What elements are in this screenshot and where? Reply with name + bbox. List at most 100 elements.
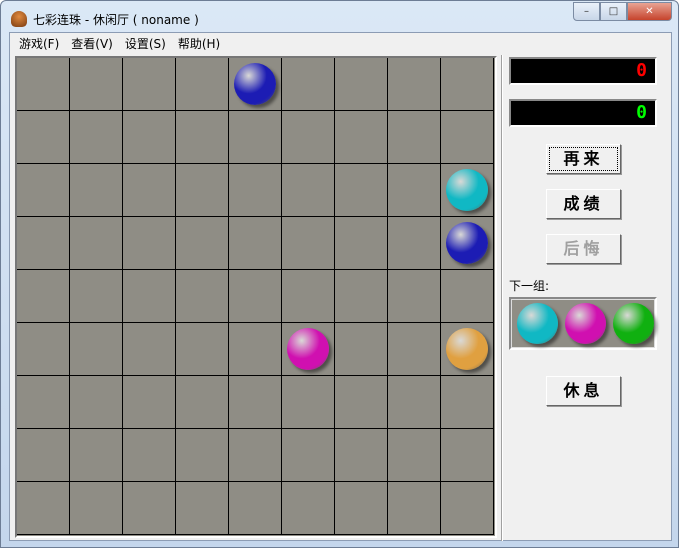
menu-game[interactable]: 游戏(F) — [13, 35, 65, 52]
next-cyan-ball — [517, 303, 558, 344]
menu-settings[interactable]: 设置(S) — [119, 35, 172, 52]
board-cell[interactable] — [441, 429, 494, 482]
board-cell[interactable] — [176, 58, 229, 111]
board-cell[interactable] — [441, 111, 494, 164]
menu-view[interactable]: 查看(V) — [65, 35, 119, 52]
board-cell[interactable] — [388, 217, 441, 270]
board-cell[interactable] — [176, 323, 229, 376]
board-cell[interactable] — [388, 270, 441, 323]
board-cell[interactable] — [70, 482, 123, 535]
board-cell[interactable] — [229, 111, 282, 164]
board-cell[interactable] — [282, 58, 335, 111]
board-cell[interactable] — [282, 164, 335, 217]
board-cell[interactable] — [70, 270, 123, 323]
board-cell[interactable] — [229, 376, 282, 429]
records-button[interactable]: 成绩 — [546, 189, 621, 219]
board-cell[interactable] — [123, 429, 176, 482]
board-cell[interactable] — [123, 323, 176, 376]
high-score-display: 0 — [509, 99, 657, 127]
board-cell[interactable] — [17, 482, 70, 535]
menu-bar: 游戏(F) 查看(V) 设置(S) 帮助(H) — [10, 33, 671, 54]
orange-ball[interactable] — [446, 328, 488, 370]
board-cell[interactable] — [17, 58, 70, 111]
magenta-ball[interactable] — [287, 328, 329, 370]
maximize-button[interactable]: □ — [600, 2, 627, 21]
board-cell[interactable] — [123, 376, 176, 429]
board-cell[interactable] — [17, 429, 70, 482]
board-cell[interactable] — [17, 323, 70, 376]
rest-button[interactable]: 休息 — [546, 376, 621, 406]
board-cell[interactable] — [70, 58, 123, 111]
board-cell[interactable] — [176, 429, 229, 482]
board-cell[interactable] — [335, 429, 388, 482]
board-cell[interactable] — [388, 429, 441, 482]
board-cell[interactable] — [17, 217, 70, 270]
board-cell[interactable] — [335, 323, 388, 376]
board-cell[interactable] — [335, 376, 388, 429]
board-cell[interactable] — [176, 482, 229, 535]
board-cell[interactable] — [335, 164, 388, 217]
board-cell[interactable] — [282, 270, 335, 323]
cyan-ball[interactable] — [446, 169, 488, 211]
menu-help[interactable]: 帮助(H) — [172, 35, 226, 52]
board-cell[interactable] — [388, 482, 441, 535]
board-cell[interactable] — [388, 376, 441, 429]
board-cell[interactable] — [282, 111, 335, 164]
board-cell[interactable] — [441, 376, 494, 429]
board-cell[interactable] — [70, 323, 123, 376]
board-cell[interactable] — [335, 111, 388, 164]
minimize-button[interactable]: – — [573, 2, 600, 21]
board-cell[interactable] — [388, 164, 441, 217]
title-bar: 七彩连珠 - 休闲厅 ( noname ) — [11, 9, 199, 29]
board-cell[interactable] — [282, 429, 335, 482]
board-cell[interactable] — [282, 217, 335, 270]
board-cell[interactable] — [282, 482, 335, 535]
board-cell[interactable] — [17, 164, 70, 217]
board-cell[interactable] — [229, 482, 282, 535]
board-cell[interactable] — [70, 376, 123, 429]
board-cell[interactable] — [229, 429, 282, 482]
board-cell[interactable] — [70, 164, 123, 217]
board-cell[interactable] — [123, 270, 176, 323]
board-cell[interactable] — [70, 217, 123, 270]
board-cell[interactable] — [441, 482, 494, 535]
play-again-button[interactable]: 再来 — [546, 144, 621, 174]
board-cell[interactable] — [229, 164, 282, 217]
next-group-label: 下一组: — [509, 279, 550, 293]
board-cell[interactable] — [123, 482, 176, 535]
board-cell[interactable] — [388, 111, 441, 164]
board-cell[interactable] — [335, 482, 388, 535]
board-cell[interactable] — [176, 111, 229, 164]
board-cell[interactable] — [17, 376, 70, 429]
board-cell[interactable] — [388, 58, 441, 111]
board-cell[interactable] — [17, 111, 70, 164]
board-cell[interactable] — [335, 270, 388, 323]
board-cell[interactable] — [229, 217, 282, 270]
board-cell[interactable] — [176, 217, 229, 270]
board-cell[interactable] — [176, 164, 229, 217]
board-cell[interactable] — [282, 376, 335, 429]
board-cell[interactable] — [335, 58, 388, 111]
board-cell[interactable] — [388, 323, 441, 376]
blue-ball[interactable] — [446, 222, 488, 264]
board-cell[interactable] — [176, 270, 229, 323]
blue-ball[interactable] — [234, 63, 276, 105]
board-cell[interactable] — [176, 376, 229, 429]
board-cell[interactable] — [123, 217, 176, 270]
game-board[interactable] — [15, 56, 497, 538]
undo-button[interactable]: 后悔 — [546, 234, 621, 264]
board-cell[interactable] — [70, 429, 123, 482]
board-cell[interactable] — [441, 270, 494, 323]
board-cell[interactable] — [123, 111, 176, 164]
board-cell[interactable] — [335, 217, 388, 270]
board-cell[interactable] — [17, 270, 70, 323]
board-cell[interactable] — [123, 164, 176, 217]
next-balls-preview — [509, 297, 657, 350]
board-cell[interactable] — [441, 58, 494, 111]
close-button[interactable]: ✕ — [627, 2, 672, 21]
board-cell[interactable] — [70, 111, 123, 164]
board-cell[interactable] — [123, 58, 176, 111]
board-cell[interactable] — [229, 270, 282, 323]
board-cell[interactable] — [229, 323, 282, 376]
next-green-ball — [613, 303, 654, 344]
